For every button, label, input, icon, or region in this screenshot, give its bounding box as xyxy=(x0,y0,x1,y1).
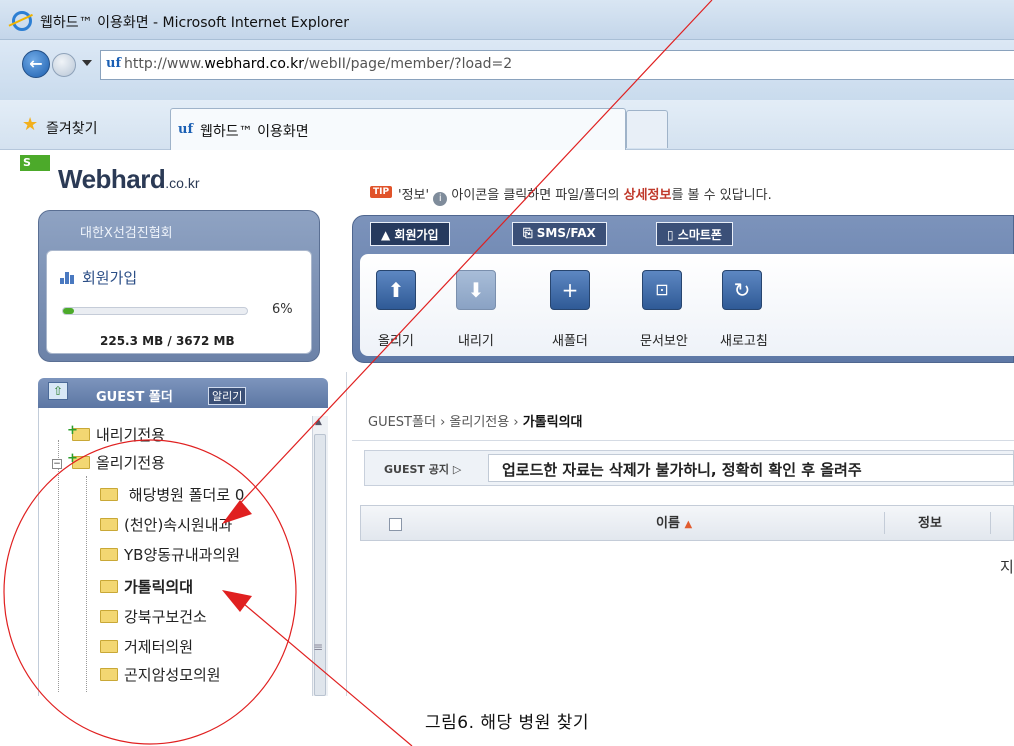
tab-sms-fax[interactable]: ⎘ SMS/FAX xyxy=(512,222,607,246)
breadcrumb-divider xyxy=(352,440,1014,441)
upload-label: 올리기 xyxy=(378,334,414,349)
tip-badge: TIP xyxy=(370,186,393,198)
scroll-up-icon[interactable]: ▲ xyxy=(315,417,322,427)
download-label: 내리기 xyxy=(458,334,494,349)
column-info-header[interactable]: 정보 xyxy=(918,512,942,531)
tree-item-upload-only[interactable]: 올리기전용 xyxy=(67,451,165,473)
upload-folder-icon: ⇧ xyxy=(48,382,68,400)
refresh-label: 새로고침 xyxy=(720,334,768,349)
storage-progress-fill xyxy=(63,308,75,314)
folder-icon xyxy=(100,580,118,593)
window-title: 웹하드™ 이용화면 - Microsoft Internet Explorer xyxy=(40,15,350,31)
tip-message: '정보' i 아이콘을 클릭하면 파일/폴더의 상세정보를 볼 수 있답니다. xyxy=(398,188,772,206)
document-security-button[interactable]: ⊡ xyxy=(642,270,682,310)
folder-icon xyxy=(100,518,118,531)
info-icon: i xyxy=(433,192,448,206)
tree-guide-line xyxy=(86,476,87,692)
column-separator xyxy=(884,512,885,534)
content-divider xyxy=(346,372,347,696)
tab-favicon-icon: uf xyxy=(178,122,194,137)
site-favicon-icon: uf xyxy=(106,56,122,71)
figure-caption: 그림6. 해당 병원 찾기 xyxy=(424,713,590,733)
column-name-header[interactable]: 이름 ▲ xyxy=(656,512,692,531)
download-button[interactable]: ⬇ xyxy=(456,270,496,310)
folder-icon xyxy=(100,610,118,623)
bar-chart-icon xyxy=(60,272,74,284)
forward-button[interactable] xyxy=(52,53,76,77)
notify-button[interactable]: 알리기 xyxy=(208,387,247,405)
collapse-toggle-icon[interactable]: − xyxy=(52,459,62,469)
notice-label: GUEST 공지 ▷ xyxy=(384,463,462,476)
guest-folder-title: GUEST 폴더 xyxy=(96,390,173,405)
ie-logo-icon xyxy=(12,11,32,31)
site-logo[interactable]: Webhard.co.kr xyxy=(58,164,200,195)
member-type-label: 회원가입 xyxy=(82,269,138,287)
member-org-name: 대한X선검진협회 xyxy=(80,226,173,241)
new-folder-button[interactable]: + xyxy=(550,270,590,310)
storage-usage: 225.3 MB / 3672 MB xyxy=(100,334,235,348)
file-list-cell: 지 xyxy=(1000,558,1014,576)
tree-item-geoje[interactable]: 거제터의원 xyxy=(100,636,193,657)
history-dropdown-icon[interactable] xyxy=(82,60,92,66)
upload-button[interactable]: ⬆ xyxy=(376,270,416,310)
folder-icon xyxy=(100,668,118,681)
tree-item-yb-clinic[interactable]: YB양동규내과의원 xyxy=(100,544,240,565)
select-all-checkbox[interactable] xyxy=(389,518,402,531)
document-security-label: 문서보안 xyxy=(640,334,688,349)
scroll-grip-icon: ≡ xyxy=(313,640,324,654)
column-separator xyxy=(990,512,991,534)
refresh-button[interactable]: ↻ xyxy=(722,270,762,310)
tab-smartphone[interactable]: ▯ 스마트폰 xyxy=(656,222,733,246)
folder-icon xyxy=(100,488,118,501)
tree-item-download-only[interactable]: 내리기전용 xyxy=(67,423,165,445)
new-folder-label: 새폴더 xyxy=(552,334,588,349)
guest-folder-header xyxy=(38,378,328,408)
tree-scroll-thumb[interactable] xyxy=(314,434,326,696)
storage-percent: 6% xyxy=(272,302,293,317)
sort-ascending-icon: ▲ xyxy=(684,519,693,530)
folder-icon xyxy=(100,548,118,561)
tree-item-gonjiam[interactable]: 곤지암성모의원 xyxy=(100,664,221,685)
folder-icon xyxy=(67,451,90,469)
tree-item-gangbuk[interactable]: 강북구보건소 xyxy=(100,606,207,627)
url-text: http://www.webhard.co.kr/webII/page/memb… xyxy=(124,56,513,72)
breadcrumb: GUEST폴더 › 올리기전용 › 가톨릭의대 xyxy=(368,415,583,430)
storage-progress-bar xyxy=(62,307,248,315)
tree-item-catholic-selected[interactable]: 가톨릭의대 xyxy=(100,576,193,597)
favorites-button[interactable]: 즐겨찾기 xyxy=(46,118,98,138)
browser-tab-label[interactable]: 웹하드™ 이용화면 xyxy=(200,121,309,141)
back-button[interactable]: ← xyxy=(22,50,50,78)
tab-member-signup[interactable]: ▲ 회원가입 xyxy=(370,222,450,246)
favorites-star-icon[interactable]: ★ xyxy=(22,114,38,135)
notice-text: 업로드한 자료는 삭제가 불가하니, 정확히 확인 후 올려주 xyxy=(502,461,862,479)
folder-icon xyxy=(100,640,118,653)
tree-item-hospital-guide[interactable]: 해당병원 폴더로 0 xyxy=(100,484,244,505)
s-badge[interactable]: S xyxy=(20,155,50,171)
folder-icon xyxy=(67,423,90,441)
tree-item-cheonan[interactable]: (천안)속시원내과 xyxy=(100,514,232,535)
new-tab-button[interactable] xyxy=(626,110,668,148)
tree-guide-line xyxy=(58,440,59,692)
